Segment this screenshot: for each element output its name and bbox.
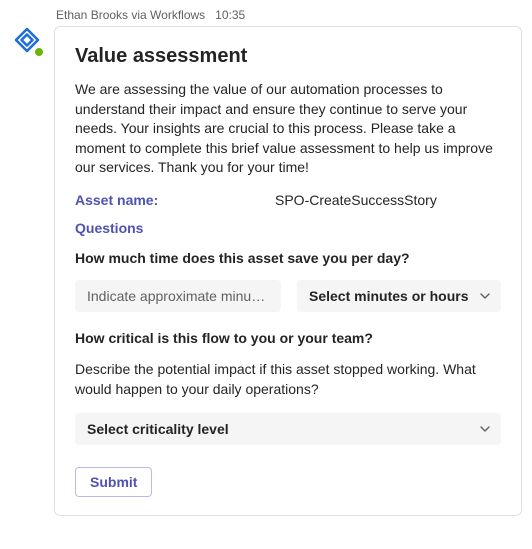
- message-content: Ethan Brooks via Workflows 10:35 Value a…: [54, 8, 522, 516]
- workflows-avatar: [11, 24, 43, 56]
- asset-name-label: Asset name:: [75, 192, 275, 208]
- sender-name: Ethan Brooks via Workflows: [56, 8, 205, 22]
- question-criticality-desc: Describe the potential impact if this as…: [75, 360, 501, 399]
- presence-available-icon: [33, 46, 45, 58]
- card-title: Value assessment: [75, 45, 501, 68]
- time-unit-select-label: Select minutes or hours: [309, 288, 468, 304]
- asset-name-value: SPO-CreateSuccessStory: [275, 192, 437, 208]
- avatar-column: [10, 8, 44, 516]
- asset-name-row: Asset name: SPO-CreateSuccessStory: [75, 192, 501, 208]
- chevron-down-icon: [479, 423, 491, 435]
- criticality-select[interactable]: Select criticality level: [75, 413, 501, 445]
- adaptive-card: Value assessment We are assessing the va…: [54, 26, 522, 516]
- message-time: 10:35: [215, 8, 245, 22]
- message-header: Ethan Brooks via Workflows 10:35: [54, 8, 522, 22]
- question-time-saved: How much time does this asset save you p…: [75, 250, 501, 266]
- questions-section-label: Questions: [75, 220, 501, 236]
- criticality-select-label: Select criticality level: [87, 421, 229, 437]
- time-unit-select[interactable]: Select minutes or hours: [297, 280, 501, 312]
- chevron-down-icon: [479, 290, 491, 302]
- card-description: We are assessing the value of our automa…: [75, 80, 501, 178]
- question-criticality: How critical is this flow to you or your…: [75, 330, 501, 346]
- time-amount-input[interactable]: [75, 280, 281, 312]
- time-saved-input-row: Select minutes or hours: [75, 280, 501, 312]
- submit-button[interactable]: Submit: [75, 467, 152, 497]
- message-container: Ethan Brooks via Workflows 10:35 Value a…: [0, 0, 532, 526]
